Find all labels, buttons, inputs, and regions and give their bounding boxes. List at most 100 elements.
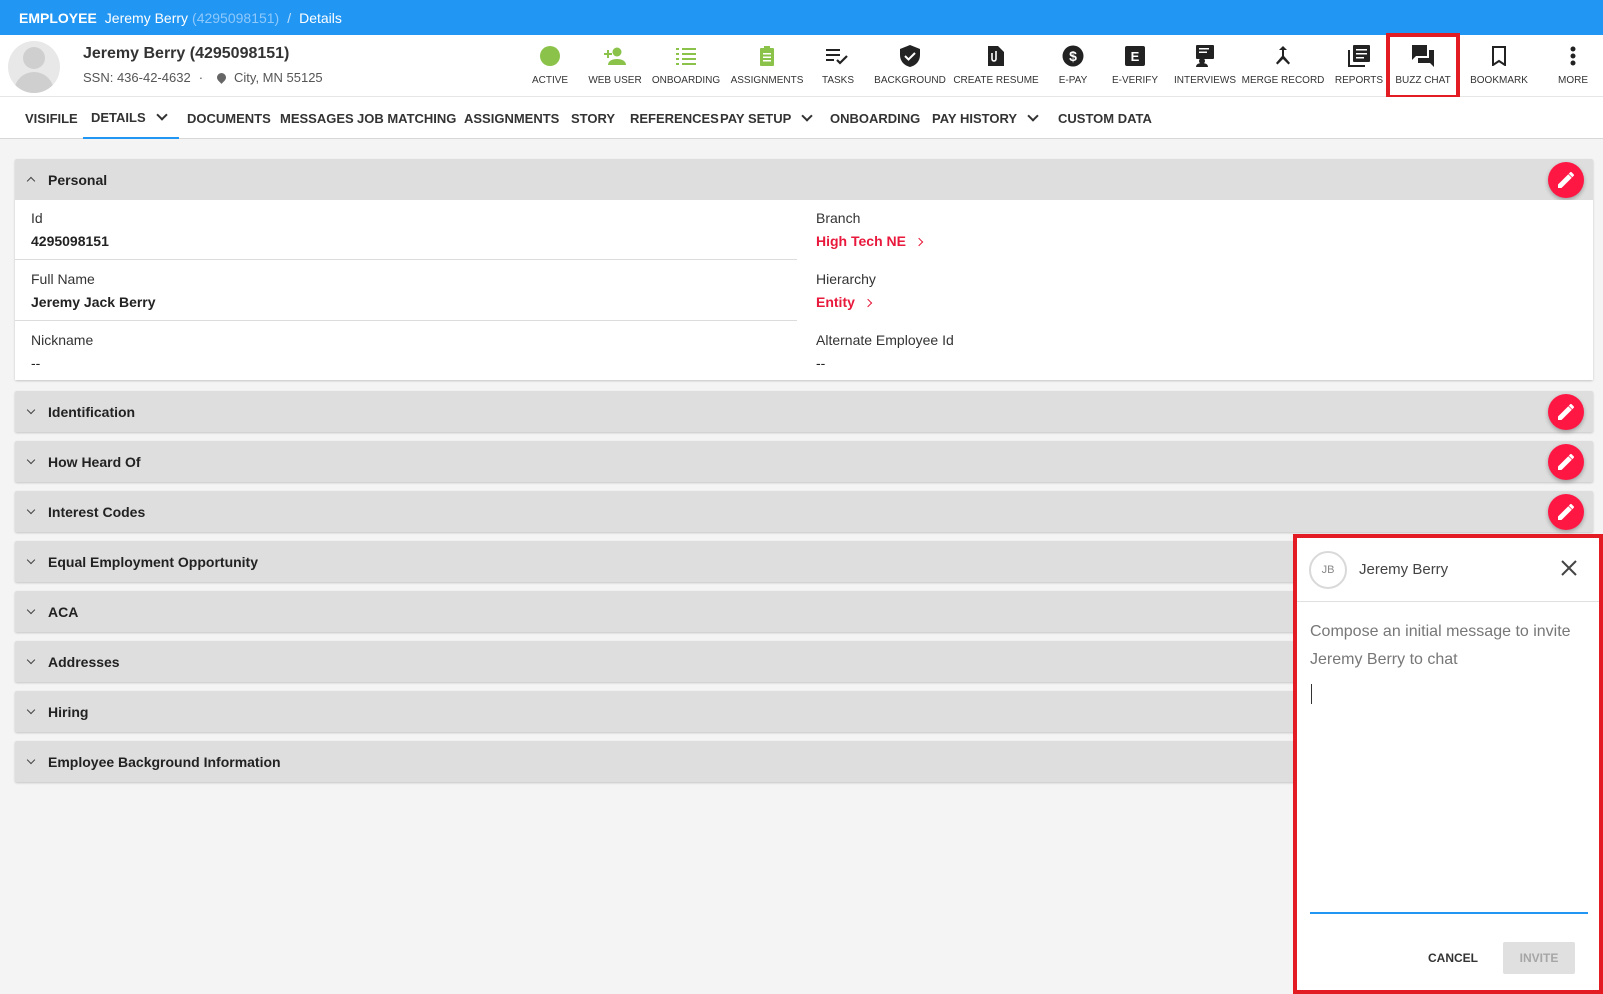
breadcrumb-page: Details — [299, 9, 342, 26]
create-resume-button[interactable]: CREATE RESUME — [953, 35, 1039, 97]
merge-icon — [1274, 39, 1292, 73]
action-label: ASSIGNMENTS — [730, 75, 804, 86]
status-dot-icon — [539, 39, 561, 73]
svg-text:$: $ — [1069, 48, 1077, 64]
tab-job-matching[interactable]: JOB MATCHING — [357, 97, 456, 139]
action-label: CREATE RESUME — [953, 75, 1039, 86]
section-header[interactable]: How Heard Of — [15, 441, 1593, 482]
interviews-button[interactable]: INTERVIEWS — [1171, 35, 1239, 97]
section-identification: Identification — [15, 391, 1593, 432]
edit-identification-button[interactable] — [1548, 394, 1584, 430]
section-title: How Heard Of — [48, 453, 141, 470]
reports-button[interactable]: REPORTS — [1334, 35, 1384, 97]
tab-messages[interactable]: MESSAGES — [280, 97, 354, 139]
edit-how-heard-of-button[interactable] — [1548, 444, 1584, 480]
tab-pay-setup[interactable]: PAY SETUP — [720, 97, 813, 139]
merge-record-button[interactable]: MERGE RECORD — [1242, 35, 1324, 97]
field-label: Branch — [816, 210, 861, 226]
more-vertical-icon — [1570, 39, 1576, 73]
action-label: REPORTS — [1334, 75, 1384, 86]
field-value: Jeremy Jack Berry — [31, 294, 156, 310]
tab-details-label: DETAILS — [91, 109, 146, 125]
chat-header: JB Jeremy Berry — [1297, 538, 1599, 602]
tab-assignments[interactable]: ASSIGNMENTS — [464, 97, 559, 139]
tab-custom-data[interactable]: CUSTOM DATA — [1058, 97, 1152, 139]
breadcrumb-employee-name[interactable]: Jeremy Berry — [105, 10, 188, 26]
field-label: Full Name — [31, 271, 95, 287]
field-full-name: Full Name Jeremy Jack Berry — [15, 261, 797, 321]
chat-prompt-text: Compose an initial message to invite Jer… — [1310, 623, 1571, 668]
section-title: Hiring — [48, 703, 89, 720]
edit-personal-button[interactable] — [1548, 162, 1584, 198]
tab-pay-history-label: PAY HISTORY — [932, 110, 1018, 126]
breadcrumb-type: EMPLOYEE — [19, 9, 97, 26]
tab-visifile[interactable]: VISIFILE — [25, 97, 78, 139]
pencil-icon — [1558, 172, 1574, 188]
person-add-icon — [603, 39, 627, 73]
field-hierarchy: Hierarchy Entity — [800, 261, 1582, 321]
tab-bar: VISIFILE DETAILS DOCUMENTS MESSAGES JOB … — [0, 97, 1603, 139]
chevron-down-icon[interactable] — [801, 110, 813, 122]
tab-documents[interactable]: DOCUMENTS — [187, 97, 271, 139]
action-label: BACKGROUND — [874, 75, 946, 86]
clipboard-icon — [760, 39, 774, 73]
tab-pay-history[interactable]: PAY HISTORY — [932, 97, 1039, 139]
field-value: -- — [816, 355, 826, 371]
background-button[interactable]: BACKGROUND — [874, 35, 946, 97]
breadcrumb: EMPLOYEE Jeremy Berry (4295098151) / Det… — [0, 0, 1603, 35]
section-title: Addresses — [48, 653, 120, 670]
chevron-down-icon — [26, 505, 36, 514]
dollar-icon: $ — [1062, 39, 1084, 73]
field-id: Id 4295098151 — [15, 200, 797, 260]
close-icon[interactable] — [1557, 556, 1581, 580]
hierarchy-link[interactable]: Entity — [816, 294, 873, 310]
section-how-heard-of: How Heard Of — [15, 441, 1593, 482]
chevron-down-icon — [26, 455, 36, 464]
cancel-button[interactable]: CANCEL — [1422, 942, 1484, 974]
breadcrumb-separator: / — [287, 9, 292, 26]
tasks-button[interactable]: TASKS — [818, 35, 858, 97]
field-alternate-id: Alternate Employee Id -- — [800, 322, 1582, 382]
hierarchy-link-text: Entity — [816, 294, 855, 310]
personal-body: Id 4295098151 Branch High Tech NE Full N… — [15, 200, 1593, 380]
edit-interest-codes-button[interactable] — [1548, 494, 1584, 530]
branch-link[interactable]: High Tech NE — [816, 233, 924, 249]
invite-button[interactable]: INVITE — [1503, 942, 1575, 974]
section-header[interactable]: Personal — [15, 159, 1593, 200]
section-title: Personal — [48, 171, 108, 188]
more-button[interactable]: MORE — [1555, 35, 1591, 97]
chevron-down-icon[interactable] — [155, 109, 168, 121]
chat-message-input[interactable] — [1310, 678, 1588, 914]
section-header[interactable]: Identification — [15, 391, 1593, 432]
tab-onboarding[interactable]: ONBOARDING — [830, 97, 920, 139]
bookmark-button[interactable]: BOOKMARK — [1467, 35, 1531, 97]
section-interest-codes: Interest Codes — [15, 491, 1593, 532]
active-status-button[interactable]: ACTIVE — [528, 35, 572, 97]
tab-pay-setup-label: PAY SETUP — [720, 110, 792, 126]
web-user-button[interactable]: WEB USER — [586, 35, 644, 97]
e-verify-button[interactable]: E E-VERIFY — [1110, 35, 1160, 97]
tab-references[interactable]: REFERENCES — [630, 97, 719, 139]
assignments-button[interactable]: ASSIGNMENTS — [729, 35, 805, 97]
chevron-down-icon — [26, 605, 36, 614]
action-label: TASKS — [821, 75, 855, 86]
action-label: ONBOARDING — [651, 75, 721, 86]
action-label: BOOKMARK — [1470, 75, 1528, 86]
checklist-icon — [676, 39, 696, 73]
section-header[interactable]: Interest Codes — [15, 491, 1593, 532]
field-label: Hierarchy — [816, 271, 876, 287]
chevron-down-icon — [26, 405, 36, 414]
chevron-down-icon[interactable] — [1027, 110, 1039, 122]
action-label: INTERVIEWS — [1173, 75, 1237, 86]
e-pay-button[interactable]: $ E-PAY — [1051, 35, 1095, 97]
action-label: MERGE RECORD — [1241, 75, 1325, 86]
section-personal: Personal Id 4295098151 Branch High Tech … — [15, 159, 1593, 380]
field-label: Alternate Employee Id — [816, 332, 954, 348]
e-badge-icon: E — [1125, 39, 1145, 73]
chat-recipient-name: Jeremy Berry — [1359, 561, 1449, 578]
tab-details[interactable]: DETAILS — [83, 97, 179, 139]
onboarding-button[interactable]: ONBOARDING — [650, 35, 722, 97]
field-value: 4295098151 — [31, 233, 109, 249]
tab-story[interactable]: STORY — [571, 97, 615, 139]
action-label: ACTIVE — [531, 75, 569, 86]
